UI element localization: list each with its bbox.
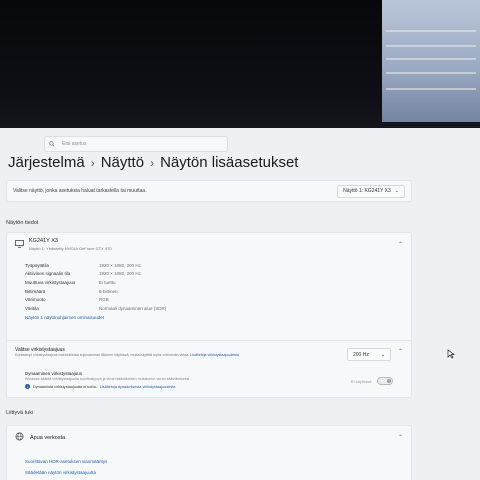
settings-window: Etsi asetus Järjestelmä › Näyttö › Näytö… [0,128,480,480]
info-icon: i [25,384,30,389]
page-title: Näytön lisäasetukset [160,154,299,171]
chevron-up-icon[interactable]: ⌃ [398,434,403,441]
dynamic-refresh-toggle-wrap: Ei käytössä [351,377,394,385]
search-placeholder: Etsi asetus [62,141,87,147]
info-row: Aktiivinen signaalin tila 1920 × 1080, 20… [25,270,166,279]
breadcrumb-display[interactable]: Näyttö [101,154,144,171]
display-dropdown[interactable]: Näyttö 1: KG241Y X3 ⌄ [337,184,405,198]
info-value: 1920 × 1080, 200 Hz [99,271,141,277]
dynamic-refresh-learn-more-link[interactable]: Lisätietoja dynaamisesta virkistystaajuu… [100,385,176,389]
info-key: Värimuoto [25,297,46,303]
display-info-section-title: Näytön tiedot [6,220,39,226]
dynamic-refresh-info-text: Dynaamista virkistystaajuutta ei tueta. [33,384,97,389]
info-value: Ei tuettu [99,279,116,285]
info-value: Normaali dynaaminen alue (SDR) [99,305,167,311]
chevron-down-icon: ⌄ [394,188,399,194]
search-input[interactable]: Etsi asetus [44,136,228,152]
chevron-up-icon[interactable]: ⌃ [398,348,403,355]
info-value: 8-bittinen [99,288,118,294]
monitor-subtitle: Näyttö 1: Yhdistetty NVIDIA GeForce GTX … [29,246,112,251]
help-link[interactable]: Suorittavan HDR-asetuksen vianmääritys [25,459,107,464]
info-key: Työpöytätila [25,262,50,268]
info-key: Väritila [25,305,39,311]
refresh-rate-description-text: Korkeampi virkistystaajuus mahdollistaa … [15,353,190,357]
display-dropdown-value: Näyttö 1: KG241Y X3 [343,188,391,194]
help-link[interactable]: Säädetään näytön virkistystaajuutta [25,470,96,475]
refresh-rate-dropdown[interactable]: 200 Hz ⌄ [347,348,392,361]
adapter-properties-link[interactable]: Näytön 1 näytönohjaimen ominaisuudet [25,315,104,320]
globe-icon [15,432,24,443]
refresh-rate-learn-more-link[interactable]: Lisätietoja virkistystaajuudesta [190,353,239,357]
select-display-label: Valitse näyttö, jonka asetuksia haluat t… [13,188,147,194]
help-title: Apua verkosta [30,434,66,441]
mouse-cursor-icon [447,346,457,359]
info-value: 1920 × 1080, 200 Hz [99,262,141,268]
monitor-icon [15,240,25,248]
info-key: Aktiivinen signaalin tila [25,271,71,277]
info-key: Bittimäärä [25,288,46,294]
chevron-up-icon[interactable]: ⌃ [398,241,403,248]
info-value: RGB [99,297,109,303]
breadcrumb: Järjestelmä › Näyttö › Näytön lisäasetuk… [8,154,298,171]
display-info-header[interactable]: KG241Y X3 Näyttö 1: Yhdistetty NVIDIA Ge… [7,233,411,255]
info-row: Bittimäärä 8-bittinen [25,287,166,296]
help-card: Apua verkosta ⌃ Suorittavan HDR-asetukse… [6,425,412,480]
dynamic-refresh-info: i Dynaamista virkistystaajuutta ei tueta… [25,384,176,389]
search-icon [49,141,58,147]
select-display-card: Valitse näyttö, jonka asetuksia haluat t… [6,180,412,202]
background-window-glare [382,0,480,122]
toggle-label: Ei käytössä [351,378,372,384]
display-info-card: KG241Y X3 Näyttö 1: Yhdistetty NVIDIA Ge… [6,232,412,342]
display-info-rows: Työpöytätila 1920 × 1080, 200 Hz Aktiivin… [25,261,166,313]
info-row: Työpöytätila 1920 × 1080, 200 Hz [25,261,166,270]
related-support-section-title: Liittyvä tuki [6,410,34,416]
dynamic-refresh-title: Dynaaminen virkistystaajuus [25,371,83,376]
dynamic-refresh-description: Windows säätää virkistystaajuutta suorit… [25,377,191,381]
dynamic-refresh-toggle[interactable] [377,377,394,385]
breadcrumb-system[interactable]: Järjestelmä [8,154,85,171]
info-key: Muuttuva virkistystaajuus [25,279,76,285]
info-row: Väritila Normaali dynaaminen alue (SDR) [25,304,166,313]
breadcrumb-separator-icon: › [90,155,95,170]
chevron-down-icon: ⌄ [380,351,386,358]
refresh-rate-value: 200 Hz [353,351,369,358]
refresh-rate-card: Valitse virkistystaajuus Korkeampi virki… [6,340,412,398]
refresh-rate-description: Korkeampi virkistystaajuus mahdollistaa … [15,353,239,357]
monitor-name: KG241Y X3 [29,238,58,244]
info-row: Värimuoto RGB [25,295,166,304]
help-header[interactable]: Apua verkosta [15,432,65,443]
breadcrumb-separator-icon: › [150,155,155,170]
info-row: Muuttuva virkistystaajuus Ei tuettu [25,278,166,287]
